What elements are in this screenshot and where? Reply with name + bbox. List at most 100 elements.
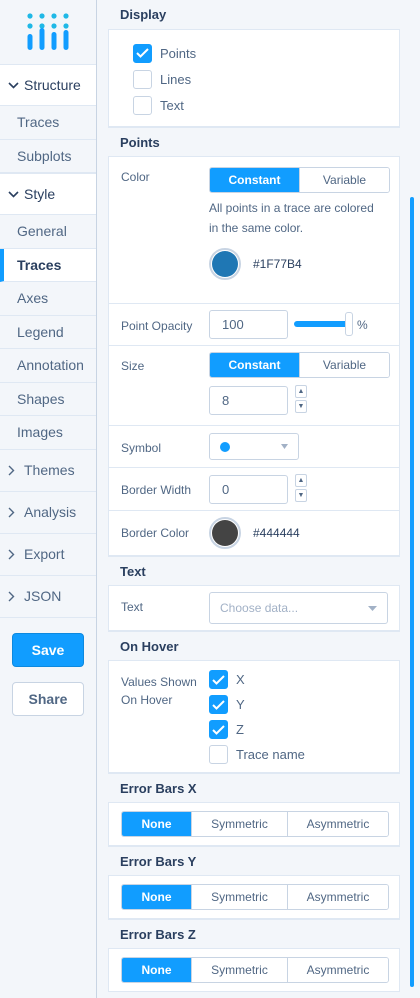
sidebar-group-json[interactable]: JSON — [0, 575, 96, 618]
logo-icon — [27, 13, 69, 50]
display-option-points[interactable]: Points — [133, 40, 399, 66]
checkbox-unchecked-icon[interactable] — [133, 95, 152, 115]
share-button[interactable]: Share — [12, 681, 84, 716]
error-bars-y-none[interactable]: None — [122, 885, 191, 909]
opacity-slider[interactable] — [294, 310, 353, 339]
error-bars-y-asymmetric[interactable]: Asymmetric — [287, 885, 388, 909]
text-row: Text Choose data... — [109, 586, 399, 631]
checkbox-checked-icon[interactable] — [209, 720, 228, 739]
border-width-stepper: ▲ ▼ — [295, 474, 307, 504]
save-button[interactable]: Save — [12, 632, 84, 667]
hover-section: Values Shown On Hover X Y Z Trace name — [108, 661, 400, 773]
chevron-right-icon — [8, 507, 20, 518]
symbol-row: Symbol — [109, 426, 399, 468]
sidebar-group-themes[interactable]: Themes — [0, 449, 96, 492]
sidebar-group-label: Export — [24, 546, 65, 562]
symbol-dropdown[interactable] — [209, 433, 299, 460]
stepper-down-icon[interactable]: ▼ — [295, 400, 307, 413]
size-row: Size Constant Variable 8 ▲ ▼ — [109, 346, 399, 426]
sidebar-group-label: JSON — [24, 588, 62, 604]
checkbox-checked-icon[interactable] — [209, 670, 228, 689]
sidebar-item-legend[interactable]: Legend — [0, 316, 96, 349]
checkbox-checked-icon[interactable] — [209, 695, 228, 714]
field-label: Color — [121, 170, 150, 184]
sidebar-item-traces[interactable]: Traces — [0, 106, 96, 140]
sidebar-item-annotation[interactable]: Annotation — [0, 349, 96, 383]
error-bars-x-section: None Symmetric Asymmetric — [108, 803, 400, 846]
error-bars-z-symmetric[interactable]: Symmetric — [191, 958, 287, 982]
opacity-input[interactable]: 100 — [209, 310, 288, 339]
color-hex-value: #1F77B4 — [253, 257, 302, 271]
text-section: Text Choose data... — [108, 586, 400, 631]
error-bars-y-symmetric[interactable]: Symmetric — [191, 885, 287, 909]
stepper-up-icon[interactable]: ▲ — [295, 474, 307, 487]
panel-scrollbar[interactable] — [410, 197, 414, 987]
stepper-up-icon[interactable]: ▲ — [295, 385, 307, 398]
error-bars-z-none[interactable]: None — [122, 958, 191, 982]
caret-down-icon — [368, 605, 377, 611]
sidebar-group-style[interactable]: Style — [0, 173, 96, 215]
checkbox-label: Lines — [160, 71, 192, 87]
traces-style-panel: Display Points Lines Text Points Color C… — [108, 0, 400, 998]
error-bars-x-toggle: None Symmetric Asymmetric — [121, 811, 389, 837]
text-data-dropdown[interactable]: Choose data... — [209, 592, 388, 624]
checkbox-unchecked-icon[interactable] — [133, 69, 152, 89]
error-bars-y-section: None Symmetric Asymmetric — [108, 876, 400, 919]
sidebar-group-analysis[interactable]: Analysis — [0, 491, 96, 534]
hover-option-trace-name[interactable]: Trace name — [209, 742, 399, 767]
sidebar-group-label: Structure — [24, 77, 81, 93]
error-bars-z-section: None Symmetric Asymmetric — [108, 949, 400, 992]
display-option-text[interactable]: Text — [133, 92, 399, 118]
size-input[interactable]: 8 — [209, 385, 288, 415]
error-bars-x-none[interactable]: None — [122, 812, 191, 836]
section-header-display: Display — [108, 0, 400, 30]
display-option-lines[interactable]: Lines — [133, 66, 399, 92]
field-label: Symbol — [121, 441, 162, 455]
field-label: Border Color — [121, 526, 190, 540]
sidebar-item-style-traces[interactable]: Traces — [0, 248, 96, 282]
opacity-row: Point Opacity 100 % — [109, 304, 399, 346]
field-label: Text — [121, 600, 144, 614]
color-mode-constant[interactable]: Constant — [210, 168, 299, 192]
sidebar-item-shapes[interactable]: Shapes — [0, 383, 96, 416]
size-mode-constant[interactable]: Constant — [210, 353, 299, 377]
field-label: Border Width — [121, 483, 192, 497]
color-row: Color Constant Variable All points in a … — [109, 157, 399, 304]
sidebar-item-general[interactable]: General — [0, 215, 96, 249]
size-mode-toggle: Constant Variable — [209, 352, 390, 378]
section-header-error-bars-y: Error Bars Y — [108, 846, 400, 876]
section-header-error-bars-x: Error Bars X — [108, 773, 400, 803]
checkbox-unchecked-icon[interactable] — [209, 745, 228, 764]
checkbox-checked-icon[interactable] — [133, 43, 152, 63]
section-header-error-bars-z: Error Bars Z — [108, 919, 400, 949]
chevron-down-icon — [8, 81, 20, 89]
hover-option-z[interactable]: Z — [209, 717, 399, 742]
sidebar-item-subplots[interactable]: Subplots — [0, 140, 96, 173]
sidebar-group-export[interactable]: Export — [0, 533, 96, 576]
border-color-swatch[interactable] — [209, 517, 241, 549]
hover-option-y[interactable]: Y — [209, 692, 399, 717]
chevron-right-icon — [8, 591, 20, 602]
size-mode-variable[interactable]: Variable — [299, 353, 389, 377]
border-color-swatch-dot — [212, 520, 238, 546]
checkbox-label: Text — [160, 97, 184, 113]
sidebar-group-label: Themes — [24, 462, 75, 478]
error-bars-x-asymmetric[interactable]: Asymmetric — [287, 812, 388, 836]
border-width-input[interactable]: 0 — [209, 474, 288, 504]
opacity-unit: % — [357, 317, 368, 332]
sidebar-item-axes[interactable]: Axes — [0, 282, 96, 316]
error-bars-z-asymmetric[interactable]: Asymmetric — [287, 958, 388, 982]
color-swatch[interactable] — [209, 248, 241, 280]
border-color-row: Border Color #444444 — [109, 511, 399, 556]
app-logo — [0, 0, 96, 64]
field-label: Size — [121, 359, 145, 373]
sidebar-group-structure[interactable]: Structure — [0, 64, 96, 106]
error-bars-x-symmetric[interactable]: Symmetric — [191, 812, 287, 836]
hover-option-x[interactable]: X — [209, 667, 399, 692]
sidebar-item-images[interactable]: Images — [0, 416, 96, 450]
stepper-down-icon[interactable]: ▼ — [295, 489, 307, 502]
color-mode-variable[interactable]: Variable — [299, 168, 389, 192]
points-section: Color Constant Variable All points in a … — [108, 157, 400, 556]
slider-handle[interactable] — [345, 312, 353, 336]
chevron-down-icon — [8, 190, 20, 198]
